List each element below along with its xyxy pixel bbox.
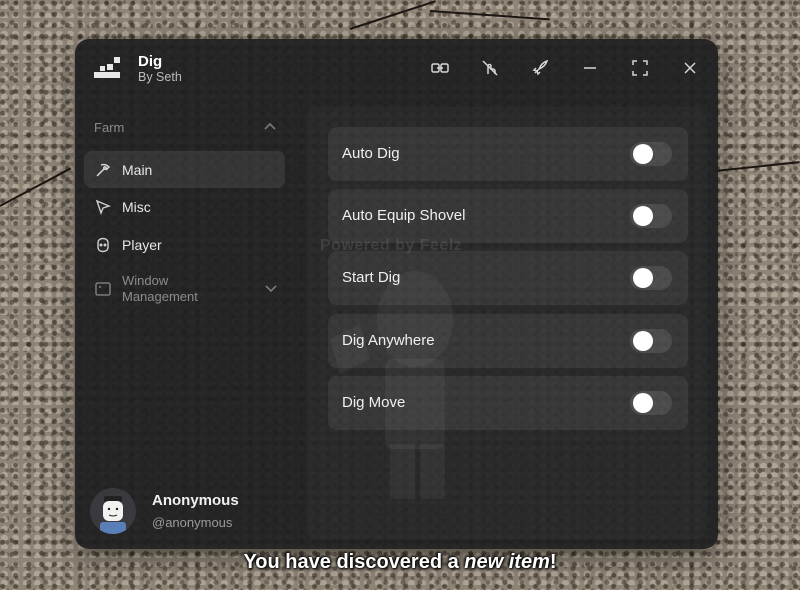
cursor-icon [95, 199, 111, 215]
sidebar-item-label: Window Management [122, 273, 198, 304]
sidebar-item-player[interactable]: Player [84, 226, 285, 263]
toggle-label: Dig Anywhere [342, 332, 435, 349]
user-handle: @anonymous [152, 515, 233, 530]
toggle-knob [633, 331, 653, 351]
toggle-label: Start Dig [342, 269, 401, 286]
sidebar-item-label: Misc [122, 198, 151, 215]
toggle-label: Dig Move [342, 394, 406, 411]
toggle-row-start-dig[interactable]: Start Dig [328, 251, 688, 305]
toggle-row-dig-move[interactable]: Dig Move [328, 376, 688, 430]
toggle-knob [633, 144, 653, 164]
window-icon [95, 282, 111, 296]
dig-anywhere-toggle[interactable] [630, 329, 672, 353]
minimize-icon[interactable] [580, 58, 600, 78]
ground-crack [429, 10, 550, 21]
sidebar-section-label: Farm [94, 120, 125, 135]
fullscreen-icon[interactable] [630, 58, 650, 78]
user-name: Anonymous [152, 492, 239, 509]
sidebar-item-main[interactable]: Main [84, 151, 285, 188]
dig-move-toggle[interactable] [630, 391, 672, 415]
item-discovered-notification: You have discovered a new item! [0, 551, 800, 574]
script-window: Dig By Seth Farm Main Misc Player Window… [75, 39, 718, 549]
user-face-icon [97, 237, 109, 252]
toggle-label: Auto Equip Shovel [342, 207, 466, 224]
avatar [90, 488, 136, 534]
ground-crack [0, 167, 72, 207]
chevron-up-icon[interactable] [262, 119, 278, 135]
notification-highlight: new item [464, 551, 550, 573]
notification-prefix: You have discovered a [243, 551, 465, 573]
pickaxe-icon [96, 163, 110, 176]
toggle-row-auto-equip-shovel[interactable]: Auto Equip Shovel [328, 189, 688, 243]
start-dig-toggle[interactable] [630, 266, 672, 290]
no-touch-icon[interactable] [480, 58, 500, 78]
notification-suffix: ! [549, 551, 557, 573]
app-logo-icon [94, 57, 120, 78]
ground-crack [349, 0, 436, 30]
sidebar-item-label: Player [122, 236, 162, 253]
app-title: Dig [138, 53, 163, 70]
toggle-row-auto-dig[interactable]: Auto Dig [328, 127, 688, 181]
sidebar-item-window-management[interactable]: Window Management [84, 269, 285, 309]
main-panel: Auto Dig Auto Equip Shovel Start Dig Dig… [307, 107, 707, 539]
toggle-knob [633, 206, 653, 226]
close-icon[interactable] [680, 58, 700, 78]
sidebar-item-label: Main [122, 161, 153, 178]
link-icon[interactable] [430, 58, 450, 78]
chevron-down-icon[interactable] [263, 280, 279, 296]
toggle-knob [633, 393, 653, 413]
sidebar-item-misc[interactable]: Misc [84, 188, 285, 225]
rocket-icon[interactable] [530, 58, 550, 78]
auto-equip-shovel-toggle[interactable] [630, 204, 672, 228]
app-subtitle: By Seth [138, 70, 182, 84]
ground-crack [714, 161, 800, 172]
toggle-knob [633, 268, 653, 288]
toggle-label: Auto Dig [342, 145, 400, 162]
auto-dig-toggle[interactable] [630, 142, 672, 166]
toggle-row-dig-anywhere[interactable]: Dig Anywhere [328, 314, 688, 368]
